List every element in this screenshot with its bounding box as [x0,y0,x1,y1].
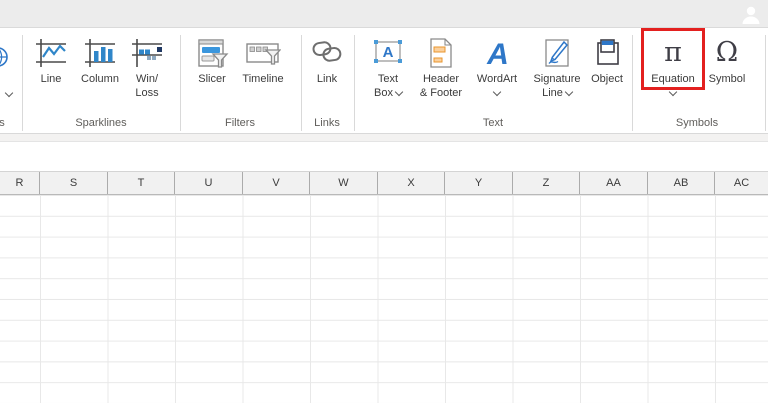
button-label: Equation [651,73,695,85]
button-label: Object [591,73,623,85]
column-header[interactable]: Z [513,172,580,194]
winloss-sparkline-button[interactable]: Win/ Loss [120,38,174,100]
button-label: Header [422,73,460,85]
slicer-button[interactable]: Slicer [186,38,238,86]
account-icon[interactable] [740,3,762,25]
winloss-sparkline-icon [132,39,162,67]
symbol-button[interactable]: Ω Symbol [701,38,753,86]
timeline-button[interactable]: Timeline [235,38,291,86]
header-footer-button[interactable]: Header & Footer [413,38,469,100]
timeline-icon [246,43,281,65]
column-sparkline-icon [85,39,115,67]
group-divider [22,35,23,131]
column-header[interactable]: AC [715,172,768,194]
sheet-grid[interactable] [0,195,768,403]
signature-line-button[interactable]: Signature Line [528,38,586,100]
ribbon: s Line Column Win/ Loss Slicer Timeline … [0,28,768,133]
column-header[interactable]: X [378,172,445,194]
button-label: & Footer [419,87,463,99]
column-header[interactable]: V [243,172,310,194]
button-label: WordArt [476,73,518,85]
button-label: Loss [135,87,159,99]
slicer-icon [198,39,229,68]
column-header-row: R S T U V W X Y Z AA AB AC [0,171,768,195]
object-button[interactable]: Object [581,38,633,86]
button-label: Signature [533,73,581,85]
button-label: Timeline [242,73,284,85]
chevron-down-icon [564,87,574,97]
chevron-down-icon [394,87,404,97]
titlebar [0,0,768,28]
text-box-button[interactable]: A Text Box [362,38,414,100]
column-header[interactable]: T [108,172,175,194]
line-sparkline-button[interactable]: Line [26,38,76,86]
header-footer-icon [430,38,452,68]
column-header[interactable]: W [310,172,378,194]
column-header[interactable]: S [40,172,108,194]
button-label: Box [374,87,393,99]
equation-button[interactable]: π Equation [647,37,699,97]
equation-pi-icon: π [664,37,682,68]
link-icon [312,41,342,62]
clipped-group-label: s [0,117,5,129]
column-header[interactable]: R [0,172,40,194]
column-header[interactable]: AB [648,172,715,194]
signature-line-icon [545,39,569,67]
column-header[interactable]: Y [445,172,513,194]
link-button[interactable]: Link [303,38,351,86]
chevron-down-icon [492,87,502,97]
column-header[interactable]: AA [580,172,648,194]
formula-bar-area [0,142,768,171]
button-label: Slicer [198,73,226,85]
object-icon [597,39,619,65]
button-label: Text [377,73,399,85]
group-label-symbols: Symbols [675,117,719,129]
wordart-icon: A [486,38,509,68]
chevron-down-icon[interactable] [4,88,14,98]
svg-text:A: A [383,44,394,61]
excel-window: s Line Column Win/ Loss Slicer Timeline … [0,0,768,403]
group-divider [180,35,181,131]
button-label: Line [40,73,62,85]
button-label: Link [316,73,338,85]
button-label: Symbol [708,73,746,85]
group-label-sparklines: Sparklines [75,117,127,129]
button-label: Win/ [136,73,158,85]
chevron-down-icon [668,87,678,97]
group-label-text: Text [482,117,504,129]
ribbon-bottom-strip [0,133,768,142]
wordart-button[interactable]: A WordArt [470,38,524,97]
button-label: Line [542,87,563,99]
group-divider [765,35,766,131]
group-label-links: Links [314,117,340,129]
column-header[interactable]: U [175,172,243,194]
globe-icon [0,47,8,67]
line-sparkline-icon [36,39,66,67]
symbol-omega-icon: Ω [715,37,739,68]
button-label: Column [81,73,119,85]
group-label-filters: Filters [225,117,255,129]
svg-text:A: A [486,38,509,68]
text-box-icon: A [374,40,402,63]
